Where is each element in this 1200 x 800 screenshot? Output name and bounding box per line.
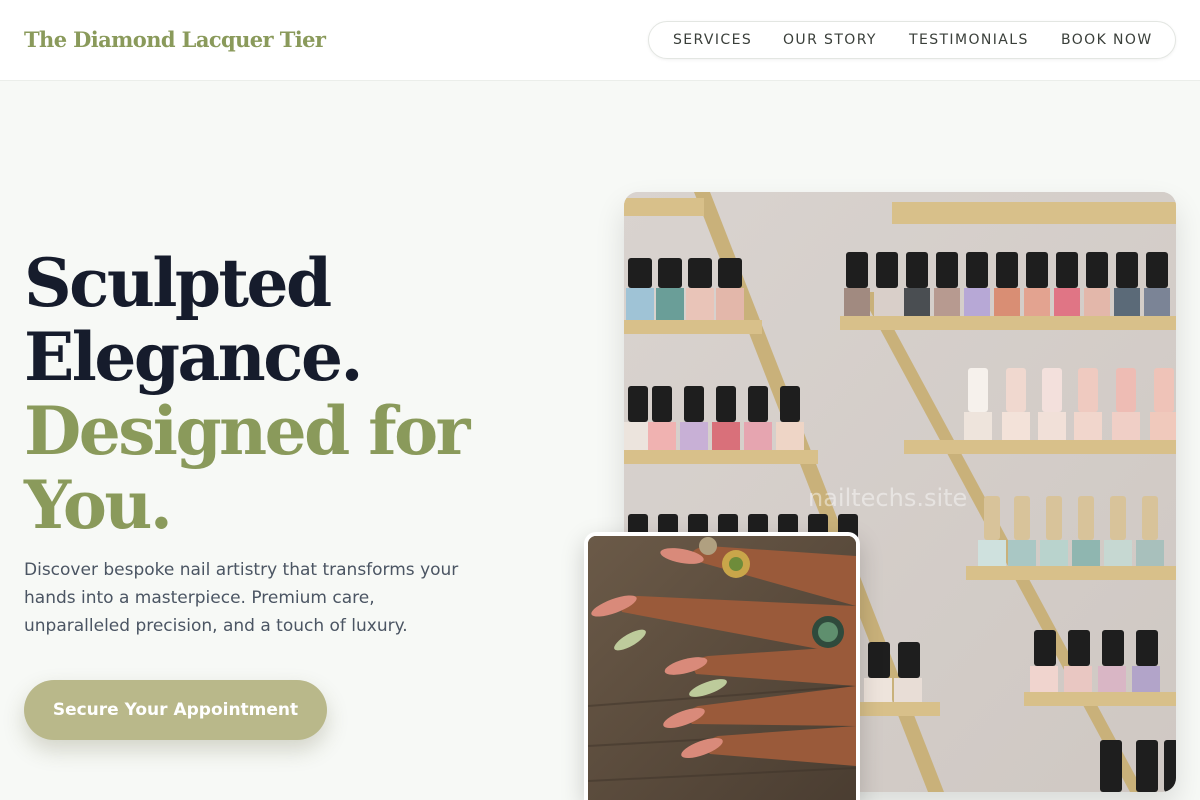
headline-line-4: You.: [24, 466, 173, 544]
nail-art-hands-image: [584, 532, 860, 800]
headline-line-3: Designed for: [24, 392, 470, 470]
brand-logo[interactable]: The Diamond Lacquer Tier: [24, 27, 326, 52]
headline-line-1: Sculpted: [24, 244, 332, 322]
hero-description: Discover bespoke nail artistry that tran…: [24, 560, 459, 636]
nav-our-story[interactable]: OUR STORY: [783, 32, 877, 48]
main-nav: SERVICES OUR STORY TESTIMONIALS BOOK NOW: [648, 21, 1176, 59]
book-appointment-button[interactable]: Secure Your Appointment: [24, 680, 327, 740]
headline-line-2: Elegance.: [24, 318, 363, 396]
hero-headline: Sculpted Elegance. Designed for You.: [24, 244, 470, 544]
nav-services[interactable]: SERVICES: [673, 32, 752, 48]
site-header: The Diamond Lacquer Tier SERVICES OUR ST…: [0, 0, 1200, 81]
image-watermark: nailtechs.site: [808, 484, 967, 512]
nav-book-now[interactable]: BOOK NOW: [1061, 32, 1153, 48]
nav-testimonials[interactable]: TESTIMONIALS: [909, 32, 1029, 48]
